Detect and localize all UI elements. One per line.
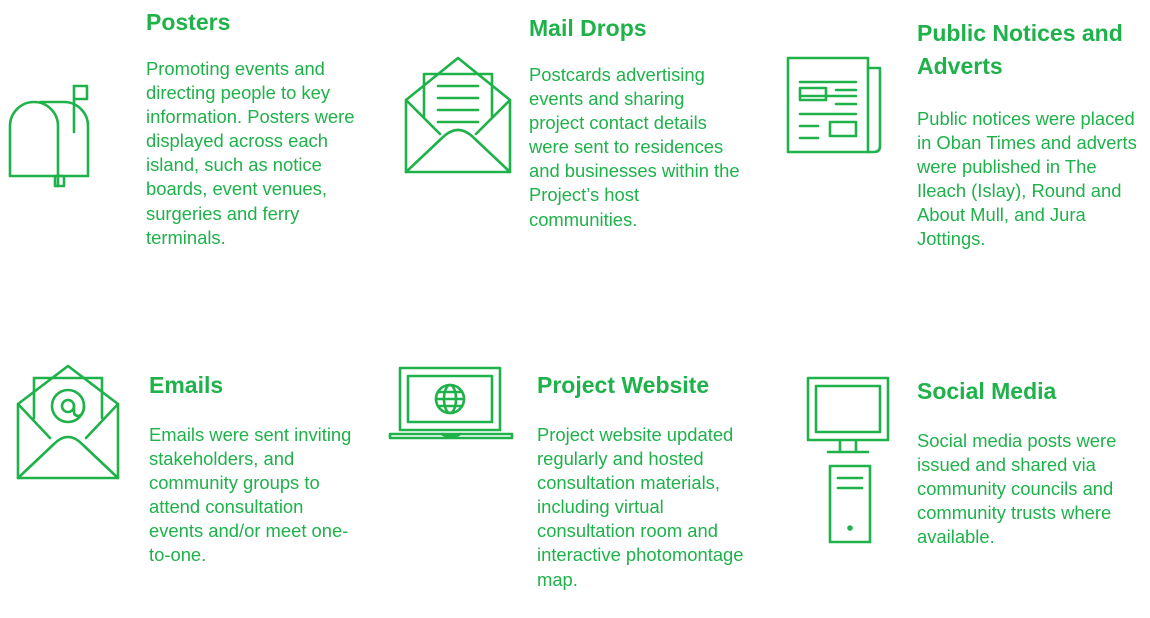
mail-drops-title: Mail Drops <box>529 15 647 41</box>
social-media-text: Social media posts were issued and share… <box>917 430 1117 548</box>
newspaper-icon <box>786 56 890 156</box>
posters-title: Posters <box>146 9 231 35</box>
project-website-text: Project website updated regularly and ho… <box>537 424 744 590</box>
emails-title: Emails <box>149 372 224 398</box>
envelope-letter-icon <box>404 56 512 176</box>
mailbox-icon <box>6 80 90 190</box>
mail-drops-text: Postcards advertising events and sharing… <box>529 64 740 230</box>
emails-text: Emails were sent inviting stakeholders, … <box>149 424 352 566</box>
email-at-icon <box>16 364 120 482</box>
social-media-title: Social Media <box>917 378 1057 404</box>
public-notices-text: Public notices were placed in Oban Times… <box>917 108 1137 250</box>
project-website-title: Project Website <box>537 372 710 398</box>
desktop-computer-icon <box>806 376 892 544</box>
posters-text: Promoting events and directing people to… <box>146 58 355 248</box>
public-notices-title: Public Notices and Adverts <box>917 20 1123 79</box>
laptop-globe-icon <box>388 366 516 442</box>
